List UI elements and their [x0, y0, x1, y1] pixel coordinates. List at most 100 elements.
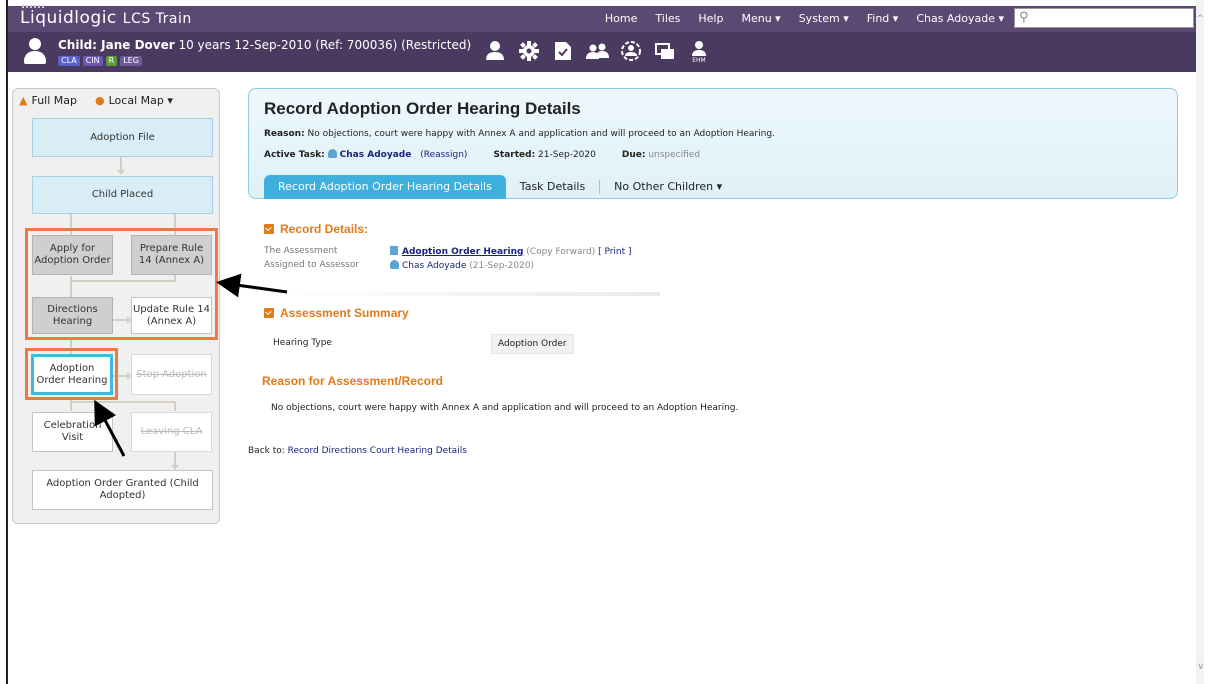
- copy-forward[interactable]: (Copy Forward): [523, 247, 598, 257]
- tab-other-children[interactable]: No Other Children ▾: [600, 175, 736, 199]
- node-update-rule-14[interactable]: Update Rule 14 (Annex A): [131, 297, 212, 334]
- child-badges: CLA CIN R LEG: [58, 56, 142, 66]
- node-stop-adoption: Stop Adoption: [131, 354, 212, 395]
- tab-record-details[interactable]: Record Adoption Order Hearing Details: [264, 175, 506, 199]
- section-divider: [264, 292, 660, 296]
- node-directions-hearing[interactable]: Directions Hearing: [32, 297, 113, 334]
- task-tabs: Record Adoption Order Hearing Details Ta…: [264, 173, 736, 199]
- node-adoption-order-granted[interactable]: Adoption Order Granted (Child Adopted): [32, 470, 213, 510]
- node-leaving-cla: Leaving CLA: [131, 412, 212, 452]
- nav-menu[interactable]: Menu ▾: [741, 12, 780, 25]
- nav-user[interactable]: Chas Adoyade ▾: [916, 12, 1004, 25]
- hearing-type-label: Hearing Type: [273, 338, 332, 348]
- document-icon[interactable]: [552, 40, 574, 62]
- hearing-type-value: Adoption Order: [491, 334, 574, 354]
- camera-icon[interactable]: [620, 40, 642, 62]
- tab-task-details[interactable]: Task Details: [506, 175, 599, 199]
- child-details: 10 years 12-Sep-2010 (Ref: 700036) (Rest…: [174, 38, 472, 52]
- ehm-icon[interactable]: EHM: [688, 40, 710, 64]
- node-prepare-rule-14[interactable]: Prepare Rule 14 (Annex A): [131, 235, 212, 275]
- reassign-link[interactable]: (Reassign): [420, 150, 467, 160]
- connector-line: [174, 401, 176, 411]
- group-icon[interactable]: [586, 40, 609, 62]
- back-to-link[interactable]: Record Directions Court Hearing Details: [288, 446, 467, 456]
- checkbox-icon: [264, 224, 274, 234]
- local-map-dropdown[interactable]: ● Local Map ▾: [95, 94, 173, 107]
- due-label: Due:: [621, 149, 646, 160]
- task-header-card: Record Adoption Order Hearing Details Re…: [248, 88, 1178, 199]
- badge-cin[interactable]: CIN: [82, 56, 103, 66]
- user-icon: [390, 259, 399, 269]
- assessment-label: The Assessment: [264, 246, 338, 256]
- reason-body: No objections, court were happy with Ann…: [271, 403, 739, 413]
- checkbox-icon: [264, 308, 274, 318]
- person-icon[interactable]: [484, 40, 506, 62]
- home-icon: ▲: [19, 94, 28, 107]
- scroll-down-icon[interactable]: ∨: [1197, 662, 1204, 672]
- node-apply-for-adoption-order[interactable]: Apply for Adoption Order: [32, 235, 113, 275]
- child-name: Child: Jane Dover: [58, 38, 175, 52]
- record-details-heading: Record Details:: [264, 222, 368, 236]
- assigned-label: Assigned to Assessor: [264, 260, 360, 270]
- started: Started: 21-Sep-2020: [493, 150, 595, 160]
- badge-cla[interactable]: CLA: [58, 56, 80, 66]
- record-details-table: The Assessment Adoption Order Hearing (C…: [264, 244, 632, 272]
- gear-icon[interactable]: [518, 40, 540, 62]
- record-details-title: Record Details:: [280, 222, 369, 236]
- nav-tiles[interactable]: Tiles: [655, 12, 680, 25]
- page-title: Record Adoption Order Hearing Details: [264, 99, 581, 118]
- node-child-placed[interactable]: Child Placed: [32, 176, 213, 214]
- full-map-label: Full Map: [31, 94, 77, 107]
- node-adoption-order-hearing[interactable]: Adoption Order Hearing: [31, 354, 113, 395]
- local-map-label: Local Map ▾: [108, 94, 173, 107]
- assessor-value: Chas Adoyade (21-Sep-2020): [390, 259, 535, 271]
- badge-leg[interactable]: LEG: [120, 56, 142, 66]
- location-icon: ●: [95, 94, 105, 107]
- node-adoption-file[interactable]: Adoption File: [32, 118, 213, 157]
- child-bar: Child: Jane Dover 10 years 12-Sep-2010 (…: [8, 32, 1200, 72]
- due: Due: unspecified: [622, 150, 700, 160]
- child-toolbar: EHM: [484, 40, 710, 64]
- assessor-row: Assigned to Assessor Chas Adoyade (21-Se…: [264, 258, 632, 272]
- connector-line: [70, 401, 176, 403]
- brand-logo[interactable]: Liquidlogic LCS Train: [20, 8, 192, 28]
- reason-text: No objections, court were happy with Ann…: [304, 129, 775, 139]
- app-name: LCS Train: [122, 11, 192, 27]
- nav-find[interactable]: Find ▾: [867, 12, 899, 25]
- reason-label: Reason:: [264, 129, 305, 139]
- full-map-link[interactable]: ▲ Full Map: [19, 94, 77, 107]
- assessor-date: (21-Sep-2020): [466, 260, 535, 271]
- assessment-row: The Assessment Adoption Order Hearing (C…: [264, 244, 632, 258]
- connector-arrow: [117, 170, 125, 175]
- scroll-up-icon[interactable]: ^: [1196, 14, 1204, 24]
- due-value: unspecified: [645, 149, 701, 160]
- nav-help[interactable]: Help: [698, 12, 723, 25]
- search-icon[interactable]: ⚲: [1019, 10, 1029, 25]
- screens-icon[interactable]: [654, 40, 676, 62]
- assessment-summary-heading: Assessment Summary: [264, 306, 409, 320]
- header-reason: Reason: No objections, court were happy …: [264, 129, 775, 139]
- back-to-label: Back to:: [248, 446, 288, 456]
- nav-system[interactable]: System ▾: [799, 12, 849, 25]
- top-nav: Home Tiles Help Menu ▾ System ▾ Find ▾ C…: [605, 12, 1004, 25]
- active-task: Active Task: Chas Adoyade (Reassign): [264, 149, 467, 160]
- started-label: Started:: [493, 149, 536, 160]
- assessment-value: Adoption Order Hearing (Copy Forward) [ …: [390, 245, 632, 257]
- brand-name: Liquidlogic: [20, 8, 117, 28]
- badge-r[interactable]: R: [105, 56, 118, 66]
- active-task-label: Active Task:: [264, 150, 325, 160]
- active-task-user-link[interactable]: Chas Adoyade: [340, 150, 412, 160]
- nav-home[interactable]: Home: [605, 12, 637, 25]
- started-value: 21-Sep-2020: [535, 149, 596, 160]
- print-link[interactable]: [ Print ]: [598, 247, 631, 257]
- form-icon: [390, 245, 398, 255]
- assessor-name[interactable]: Chas Adoyade: [402, 261, 466, 271]
- vertical-scrollbar[interactable]: ^ ∨: [1196, 0, 1204, 684]
- task-meta: Active Task: Chas Adoyade (Reassign) Sta…: [264, 149, 700, 160]
- back-to: Back to: Record Directions Court Hearing…: [248, 446, 467, 456]
- ehm-label: EHM: [692, 57, 706, 64]
- search-input[interactable]: ⚲: [1014, 8, 1194, 28]
- reason-heading: Reason for Assessment/Record: [262, 374, 443, 388]
- assessment-link[interactable]: Adoption Order Hearing: [402, 247, 523, 257]
- node-celebration-visit[interactable]: Celebration Visit: [32, 412, 113, 452]
